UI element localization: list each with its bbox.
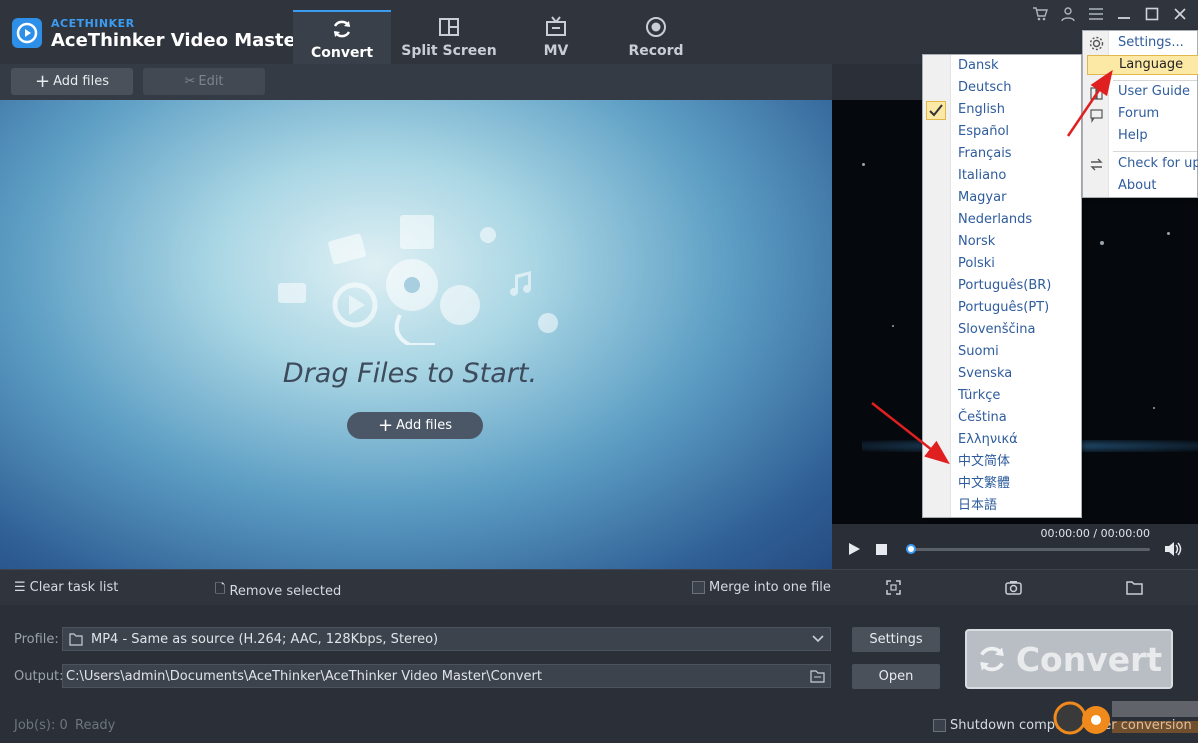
arrow-to-language — [1066, 69, 1113, 137]
annotation-arrows — [871, 69, 1113, 465]
watermark-logo — [1052, 697, 1198, 739]
arrow-to-chinese-simplified — [871, 402, 950, 465]
